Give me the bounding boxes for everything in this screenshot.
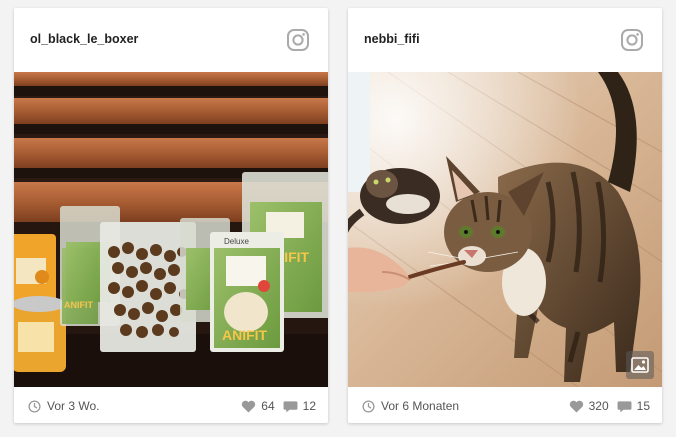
instagram-icon[interactable]	[620, 28, 644, 52]
clock-icon	[362, 399, 375, 413]
post-photo[interactable]	[348, 72, 662, 387]
post-username[interactable]: ol_black_le_boxer	[30, 32, 138, 46]
likes-count: 320	[588, 399, 609, 413]
post-footer: Vor 6 Monaten 320 15	[348, 387, 662, 423]
post-time[interactable]: Vor 6 Monaten	[362, 399, 459, 413]
post-stats: 320 15	[561, 399, 650, 413]
post-header: nebbi_fifi	[348, 8, 662, 72]
comments[interactable]: 12	[283, 399, 316, 413]
package-label: ANIFIT	[222, 327, 268, 343]
likes-count: 64	[261, 399, 275, 413]
post-time-label: Vor 6 Monaten	[381, 399, 460, 413]
instagram-icon[interactable]	[286, 28, 310, 52]
post-time-label: Vor 3 Wo.	[47, 399, 100, 413]
post-stats: 64 12	[233, 399, 316, 413]
comment-icon	[617, 400, 632, 412]
gallery-icon[interactable]	[626, 351, 654, 379]
likes[interactable]: 64	[241, 399, 275, 413]
comment-icon	[283, 400, 298, 412]
post-username[interactable]: nebbi_fifi	[364, 32, 420, 46]
comments-count: 12	[302, 399, 316, 413]
heart-icon	[242, 400, 256, 413]
comments-count: 15	[636, 399, 650, 413]
comments[interactable]: 15	[617, 399, 650, 413]
post-time[interactable]: Vor 3 Wo.	[28, 399, 99, 413]
post-photo[interactable]: ANIFIT Deluxe ANIFIT ANIFIT	[14, 72, 328, 387]
post-card: ol_black_le_boxer ANIFIT Deluxe ANIFIT A…	[14, 8, 328, 423]
package-brand: Deluxe	[224, 237, 249, 246]
post-header: ol_black_le_boxer	[14, 8, 328, 72]
likes[interactable]: 320	[569, 399, 609, 413]
post-footer: Vor 3 Wo. 64 12	[14, 387, 328, 423]
package-label: ANIFIT	[64, 300, 93, 310]
image-icon	[631, 357, 649, 373]
post-card: nebbi_fifi Vor 6 Monaten 320 15	[348, 8, 662, 423]
heart-icon	[569, 400, 583, 413]
clock-icon	[28, 399, 41, 413]
